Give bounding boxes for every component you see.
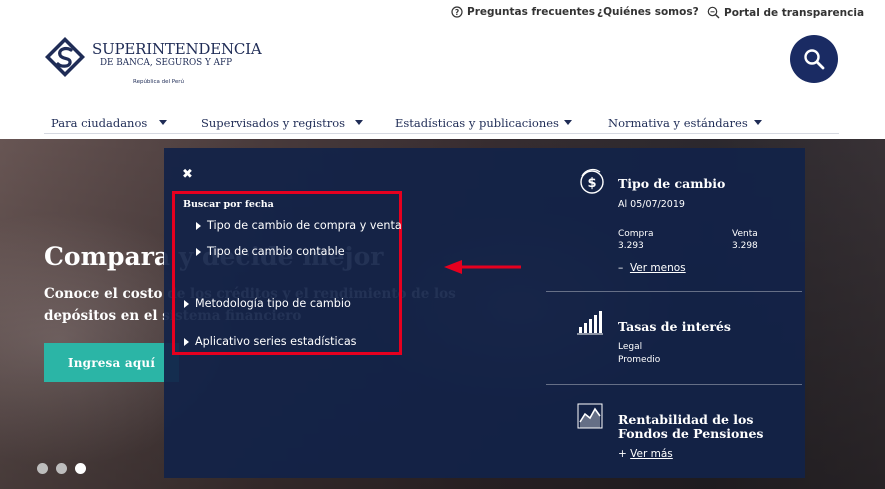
pointer-arrow-icon: [444, 260, 521, 274]
faq-link[interactable]: ? Preguntas frecuentes: [451, 6, 595, 18]
close-icon[interactable]: ✖: [182, 167, 193, 182]
caret-right-icon: [196, 247, 201, 256]
caret-right-icon: [196, 221, 201, 230]
sell-value: 3.298: [732, 241, 758, 251]
interest-legal[interactable]: Legal: [618, 342, 642, 352]
main-nav: Para ciudadanos Supervisados y registros…: [44, 112, 839, 134]
pension-title-line1: Rentabilidad de los: [618, 412, 754, 427]
line-chart-icon: [577, 403, 603, 429]
ver-mas-link[interactable]: + Ver más: [618, 448, 673, 460]
transparency-link[interactable]: Portal de transparencia: [707, 6, 864, 19]
nav-label: Estadísticas y publicaciones: [395, 116, 559, 130]
chevron-down-icon[interactable]: [159, 120, 167, 125]
highlight-box: [172, 191, 402, 355]
svg-text:?: ?: [455, 8, 459, 17]
link-aplicativo-series[interactable]: Aplicativo series estadísticas: [184, 335, 357, 348]
search-by-date-heading: Buscar por fecha: [183, 199, 274, 210]
logo-subtitle: DE BANCA, SEGUROS Y AFP: [100, 58, 232, 68]
chevron-down-icon[interactable]: [564, 120, 572, 125]
ver-mas-label: Ver más: [630, 448, 673, 460]
sbs-diamond-icon: [45, 37, 85, 77]
slider-dot[interactable]: [37, 463, 48, 474]
search-icon: [804, 49, 825, 70]
link-label: Metodología tipo de cambio: [195, 297, 351, 310]
interest-title: Tasas de interés: [618, 319, 731, 334]
logo-name: SUPERINTENDENCIA: [92, 40, 262, 58]
ingresa-label: Ingresa aquí: [67, 355, 156, 370]
link-tipo-cambio-compra-venta[interactable]: Tipo de cambio de compra y venta: [196, 219, 402, 232]
nav-item-supervisados[interactable]: Supervisados y registros: [201, 112, 345, 134]
search-button[interactable]: [790, 35, 838, 83]
question-circle-icon: ?: [451, 6, 463, 18]
nav-item-ciudadanos[interactable]: Para ciudadanos: [51, 112, 147, 134]
slider-dot[interactable]: [56, 463, 67, 474]
about-label: ¿Quiénes somos?: [597, 6, 699, 18]
chevron-down-icon[interactable]: [355, 120, 363, 125]
link-metodologia[interactable]: Metodología tipo de cambio: [184, 297, 351, 310]
nav-label: Supervisados y registros: [201, 116, 346, 130]
ver-menos-link[interactable]: – Ver menos: [618, 262, 686, 274]
chevron-down-icon[interactable]: [754, 120, 762, 125]
toggle-prefix: –: [618, 262, 624, 274]
svg-text:$: $: [587, 176, 596, 191]
bar-chart-icon: [577, 311, 603, 335]
sbs-logo[interactable]: SUPERINTENDENCIA DE BANCA, SEGUROS Y AFP…: [44, 36, 262, 88]
link-label: Tipo de cambio de compra y venta: [207, 219, 402, 232]
magnifier-chart-icon: [707, 6, 720, 19]
divider: [546, 384, 802, 385]
buy-label: Compra: [618, 229, 654, 239]
transparency-label: Portal de transparencia: [724, 6, 865, 19]
nav-label: Para ciudadanos: [51, 116, 148, 130]
caret-right-icon: [184, 299, 189, 308]
exchange-title: Tipo de cambio: [618, 176, 726, 191]
caret-right-icon: [184, 337, 189, 346]
toggle-prefix: +: [618, 448, 627, 460]
about-link[interactable]: ¿Quiénes somos?: [597, 6, 699, 18]
link-label: Aplicativo series estadísticas: [195, 335, 357, 348]
exchange-date: Al 05/07/2019: [618, 199, 685, 210]
faq-label: Preguntas frecuentes: [467, 6, 596, 18]
buy-value: 3.293: [618, 241, 644, 251]
slider-dot-active[interactable]: [75, 463, 86, 474]
nav-item-normativa[interactable]: Normativa y estándares: [608, 112, 748, 134]
top-bar: ? Preguntas frecuentes ¿Quiénes somos? P…: [0, 0, 885, 26]
currency-exchange-icon: $: [580, 168, 604, 194]
ver-menos-label: Ver menos: [629, 262, 686, 274]
ingresa-button[interactable]: Ingresa aquí: [44, 343, 179, 382]
interest-promedio[interactable]: Promedio: [618, 355, 660, 365]
sell-label: Venta: [732, 229, 758, 239]
link-tipo-cambio-contable[interactable]: Tipo de cambio contable: [196, 245, 345, 258]
divider: [546, 291, 802, 292]
nav-label: Normativa y estándares: [608, 116, 748, 130]
link-label: Tipo de cambio contable: [207, 245, 345, 258]
logo-country: República del Perú: [133, 79, 185, 85]
exchange-panel: ✖ Buscar por fecha Tipo de cambio de com…: [164, 148, 805, 478]
nav-item-estadisticas[interactable]: Estadísticas y publicaciones: [395, 112, 559, 134]
pension-title-line2: Fondos de Pensiones: [618, 426, 764, 441]
